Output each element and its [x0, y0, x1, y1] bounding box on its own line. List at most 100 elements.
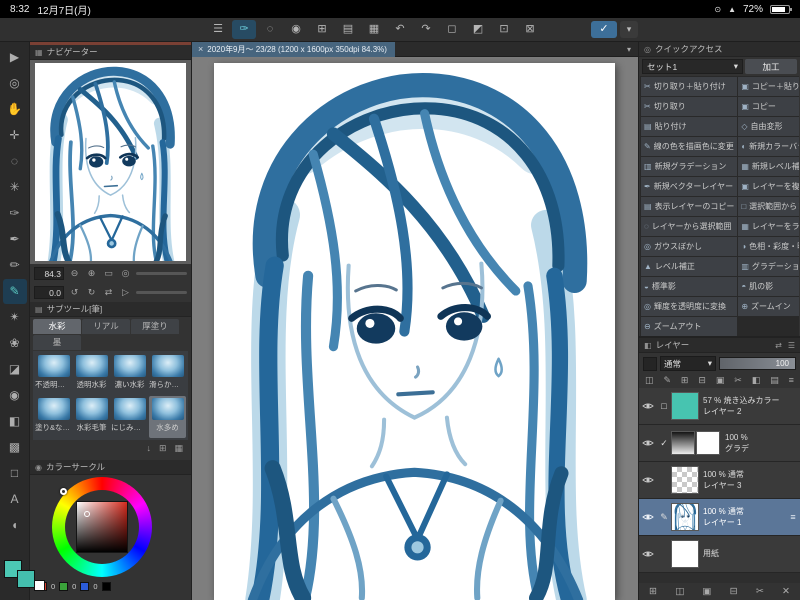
layer-footer-icon[interactable]: ▣ — [702, 586, 711, 597]
rotation-value[interactable]: 0.0 — [34, 286, 64, 299]
selection-tool[interactable]: ◌ — [3, 149, 27, 174]
balloon-tool[interactable]: ◖ — [3, 513, 27, 538]
quick-access-item[interactable]: ▣ コピー＋貼り付け — [738, 77, 799, 96]
subtool-footer-icon[interactable]: ↓ — [146, 443, 151, 454]
quick-access-item[interactable]: ◒ 標準影 — [641, 277, 738, 296]
visibility-eye-icon[interactable] — [639, 434, 657, 452]
toolbar-collapse-chevron-icon[interactable]: ▾ — [620, 21, 638, 38]
move-tool[interactable]: ✛ — [3, 123, 27, 148]
zoom-control-icon[interactable]: ▭ — [101, 268, 116, 279]
layer-toolbar-icon[interactable]: ✂ — [734, 375, 742, 386]
airbrush-tool[interactable]: ✴ — [3, 305, 27, 330]
quick-access-item[interactable]: ▲ レベル補正 — [641, 257, 738, 276]
quick-access-item[interactable]: ▤ 表示レイヤーのコピー — [641, 197, 738, 216]
opacity-slider[interactable]: 100 — [719, 357, 796, 370]
quick-access-item[interactable]: ◎ 輝度を透明度に変換 — [641, 297, 738, 316]
layer-check-icon[interactable]: ✓ — [657, 438, 671, 449]
quick-access-item[interactable]: ⊕ ズームイン — [738, 297, 799, 316]
blend-tool[interactable]: ◉ — [3, 383, 27, 408]
select-all-icon[interactable]: ◻ — [440, 20, 464, 39]
gradient-layer-thumbnail[interactable] — [671, 431, 695, 455]
transparent-color-swatch[interactable] — [34, 580, 45, 591]
canvas-settings-icon[interactable]: ⊞ — [310, 20, 334, 39]
quick-access-item[interactable]: ✂ 切り取り — [641, 97, 738, 116]
rotation-slider[interactable] — [136, 291, 187, 294]
fill-tool[interactable]: ◧ — [3, 409, 27, 434]
layer-toolbar-icon[interactable]: ◧ — [752, 375, 761, 386]
empty-layer-thumbnail[interactable] — [671, 466, 699, 494]
quick-access-item[interactable]: ✂ 切り取り＋貼り付け — [641, 77, 738, 96]
zoom-value[interactable]: 84.3 — [34, 267, 64, 280]
layer-row-selected[interactable]: ✎ 100 % 通常 レイヤー 1 ≡ — [639, 499, 800, 536]
rotate-control-icon[interactable]: ⇄ — [101, 287, 116, 298]
quick-access-item[interactable]: ▦ レイヤーをラスタライズ — [738, 217, 799, 236]
quick-access-item[interactable]: ✒ 新規ベクターレイヤー — [641, 177, 738, 196]
sub-color-swatch[interactable] — [17, 570, 35, 588]
hand-tool[interactable]: ✋ — [3, 97, 27, 122]
layer-footer-icon[interactable]: ✂ — [756, 586, 764, 597]
quick-access-item[interactable]: ◐ 新規カラーバランス — [738, 137, 799, 156]
rotate-control-icon[interactable]: ↻ — [84, 287, 99, 298]
layer-footer-icon[interactable]: ◫ — [675, 586, 684, 597]
quick-access-item[interactable]: ▣ コピー — [738, 97, 799, 116]
layer-checkbox-icon[interactable]: □ — [657, 401, 671, 411]
quick-access-item[interactable]: ▥ 新規グラデーション — [641, 157, 738, 176]
layer-row[interactable]: □ 57 % 焼き込みカラー レイヤー 2 — [639, 388, 800, 425]
hue-marker[interactable] — [60, 488, 67, 495]
invert-selection-icon[interactable]: ◩ — [466, 20, 490, 39]
quick-access-set-dropdown[interactable]: セット1 ▾ — [642, 59, 743, 74]
undo-icon[interactable]: ↶ — [388, 20, 412, 39]
zoom-control-icon[interactable]: ⊖ — [67, 268, 82, 279]
quick-access-item[interactable]: ◓ 肌の影 — [738, 277, 799, 296]
subtool-footer-icon[interactable]: ⊞ — [159, 443, 167, 454]
layer-toolbar-icon[interactable]: ▣ — [716, 375, 725, 386]
layer-toolbar-icon[interactable]: ⊟ — [698, 375, 706, 386]
auto-select-tool[interactable]: ✳ — [3, 175, 27, 200]
save-icon[interactable]: ▤ — [336, 20, 360, 39]
zoom-slider[interactable] — [136, 272, 187, 275]
paper-layer-thumbnail[interactable] — [671, 540, 699, 568]
quick-access-item[interactable]: ▤ 貼り付け — [641, 117, 738, 136]
quick-access-item[interactable]: ▣ レイヤーを複製 — [738, 177, 799, 196]
lasso-icon[interactable]: ◉ — [284, 20, 308, 39]
quick-access-item[interactable]: ▦ 新規レベル補正 — [738, 157, 799, 176]
layer-toolbar-icon[interactable]: ▤ — [770, 375, 779, 386]
document-tab[interactable]: × 2020年9月〜 23/28 (1200 x 1600px 350dpi 8… — [192, 41, 395, 57]
quick-access-item[interactable]: ◌ レイヤーから選択範囲 — [641, 217, 738, 236]
layers-menu-icon[interactable]: ☰ — [788, 341, 795, 350]
eyedropper-tool[interactable]: ✑ — [3, 201, 27, 226]
eraser-tool[interactable]: ◪ — [3, 357, 27, 382]
layer-row[interactable]: ✓ 100 % グラデ — [639, 425, 800, 462]
rotate-control-icon[interactable]: ▷ — [118, 287, 133, 298]
layer-footer-icon[interactable]: ✕ — [782, 586, 790, 597]
operation-tool[interactable]: ▶ — [3, 45, 27, 70]
brush-tool[interactable]: ✎ — [2, 279, 27, 304]
redo-icon[interactable]: ↷ — [414, 20, 438, 39]
rotate-control-icon[interactable]: ↺ — [67, 287, 82, 298]
quick-access-item[interactable]: ◇ 自由変形 — [738, 117, 799, 136]
deselect-icon[interactable]: ⊡ — [492, 20, 516, 39]
visibility-eye-icon[interactable] — [639, 471, 657, 489]
canvas-page[interactable] — [214, 63, 615, 600]
layer-thumbnail[interactable] — [671, 392, 699, 420]
layer-row-paper[interactable]: 用紙 — [639, 536, 800, 573]
subtool-tab[interactable]: 厚塗り — [131, 319, 179, 334]
close-tab-icon[interactable]: × — [198, 44, 203, 54]
brush-item[interactable]: にじみ縁水彩 — [111, 396, 148, 438]
black-chip[interactable] — [101, 582, 111, 591]
export-icon[interactable]: ▦ — [362, 20, 386, 39]
visibility-eye-icon[interactable] — [639, 397, 657, 415]
brush-item[interactable]: 水彩毛筆 — [73, 396, 110, 438]
zoom-tool[interactable]: ◎ — [3, 71, 27, 96]
current-tool-icon[interactable]: ✑ — [232, 20, 256, 39]
quick-access-item[interactable]: ◑ 色相・彩度・明度 — [738, 237, 799, 256]
blend-mode-dropdown[interactable]: 通常 ▾ — [660, 356, 716, 371]
figure-tool[interactable]: □ — [3, 461, 27, 486]
brush-item[interactable]: 透明水彩 — [73, 353, 110, 395]
canvas-surround[interactable] — [192, 57, 638, 600]
visibility-eye-icon[interactable] — [639, 545, 657, 563]
quick-access-mode-button[interactable]: 加工 — [745, 59, 797, 74]
selection-launcher-icon[interactable]: ⊠ — [518, 20, 542, 39]
layer-color-swatch[interactable] — [643, 356, 657, 371]
zoom-control-icon[interactable]: ◎ — [118, 268, 133, 279]
